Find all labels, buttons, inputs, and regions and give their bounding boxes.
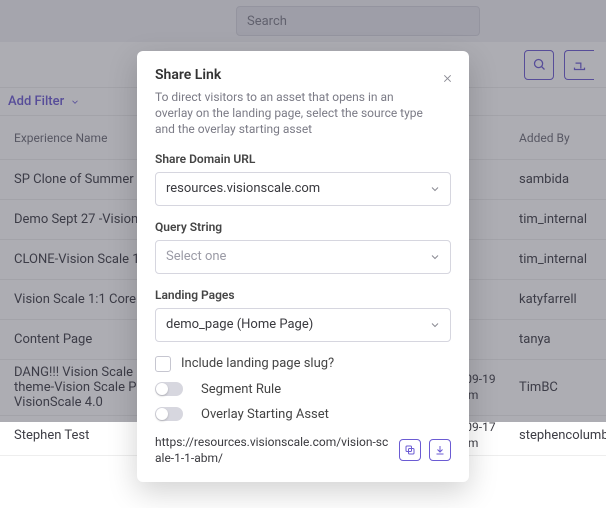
query-label: Query String (155, 220, 451, 234)
copy-url-button[interactable] (399, 439, 421, 461)
close-icon (442, 73, 453, 84)
segment-rule-toggle[interactable] (155, 382, 183, 396)
landing-label: Landing Pages (155, 288, 451, 302)
row-added-by: stephencolumbus (519, 428, 606, 443)
download-url-button[interactable] (429, 439, 451, 461)
generated-url: https://resources.visionscale.com/vision… (155, 434, 391, 466)
query-select[interactable]: Select one (155, 240, 451, 274)
overlay-asset-toggle[interactable] (155, 407, 183, 421)
domain-label: Share Domain URL (155, 152, 451, 166)
download-icon (434, 444, 446, 456)
overlay-asset-label: Overlay Starting Asset (201, 407, 329, 422)
domain-select[interactable]: resources.visionscale.com (155, 172, 451, 206)
include-slug-label: Include landing page slug? (181, 356, 334, 371)
close-button[interactable] (442, 73, 453, 84)
modal-subtitle: To direct visitors to an asset that open… (155, 89, 451, 138)
copy-icon (404, 444, 416, 456)
share-link-modal: Share Link To direct visitors to an asse… (137, 51, 469, 482)
segment-rule-label: Segment Rule (201, 382, 281, 397)
modal-title: Share Link (155, 67, 451, 83)
include-slug-checkbox[interactable] (155, 356, 171, 372)
landing-select[interactable]: demo_page (Home Page) (155, 308, 451, 342)
